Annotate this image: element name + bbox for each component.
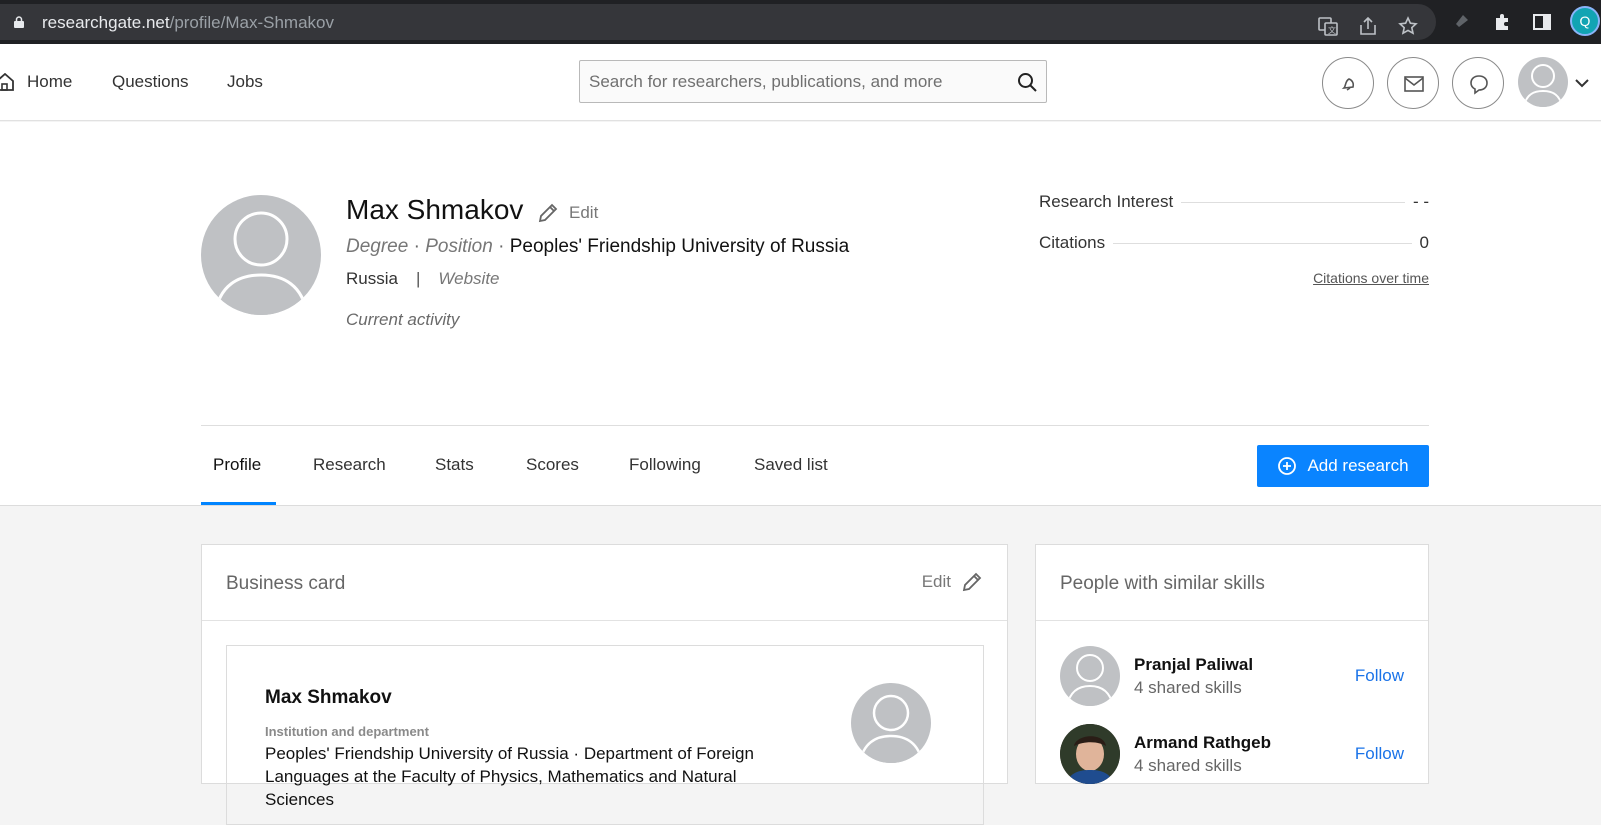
tab-research[interactable]: Research [313, 455, 386, 475]
edit-label: Edit [921, 572, 951, 591]
position-field[interactable]: Position [425, 236, 493, 257]
nav-home[interactable]: Home [27, 72, 72, 92]
plus-circle-icon [1278, 457, 1297, 475]
extension-puzzle-icon[interactable] [1492, 12, 1512, 32]
citations-row[interactable]: Citations 0 [1039, 233, 1429, 255]
profile-location-line: Russia | Website [346, 269, 500, 288]
citations-label: Citations [1039, 233, 1114, 253]
tab-profile[interactable]: Profile [213, 455, 261, 475]
mail-icon [1404, 76, 1424, 92]
current-activity-field[interactable]: Current activity [346, 310, 459, 330]
extension-icon[interactable] [1452, 12, 1472, 32]
browser-toolbar: researchgate.net/profile/Max-Shmakov 文 Q [0, 0, 1601, 44]
person-avatar[interactable] [1060, 646, 1120, 706]
similar-skills-card: People with similar skills Pranjal Paliw… [1035, 544, 1429, 784]
divider [201, 425, 1429, 426]
shared-skills-count: 4 shared skills [1134, 678, 1242, 697]
follow-button[interactable]: Follow [1355, 666, 1404, 686]
edit-label: Edit [569, 203, 599, 222]
tab-following[interactable]: Following [629, 455, 701, 475]
chat-bubble-icon [1470, 75, 1488, 95]
edit-profile-button[interactable]: Edit [537, 200, 598, 226]
profile-header: Max Shmakov Edit Degree · Position · Peo… [0, 122, 1601, 506]
person-avatar[interactable] [1060, 724, 1120, 784]
add-research-label: Add research [1307, 456, 1409, 475]
url-host: researchgate.net [42, 13, 170, 32]
divider [202, 620, 1007, 621]
bell-icon [1341, 78, 1355, 91]
svg-text:文: 文 [1328, 25, 1336, 35]
pencil-icon [962, 572, 982, 592]
edit-business-card-button[interactable]: Edit [922, 571, 983, 593]
profile-position-line: Degree · Position · Peoples' Friendship … [346, 236, 850, 257]
institution-text: Peoples' Friendship University of Russia… [265, 744, 754, 809]
nav-jobs[interactable]: Jobs [227, 72, 263, 92]
person-name[interactable]: Pranjal Paliwal [1134, 655, 1253, 675]
side-panel-icon[interactable] [1532, 12, 1552, 32]
pencil-icon [538, 203, 558, 223]
person-name[interactable]: Armand Rathgeb [1134, 733, 1271, 753]
site-header: Home Questions Jobs [0, 44, 1601, 121]
home-icon[interactable] [0, 73, 14, 91]
degree-field[interactable]: Degree [346, 236, 408, 257]
research-interest-value: - - [1404, 192, 1429, 212]
lock-icon[interactable] [14, 16, 24, 28]
citations-value: 0 [1411, 233, 1429, 253]
citations-over-time-link[interactable]: Citations over time [1313, 270, 1429, 286]
tab-scores[interactable]: Scores [526, 455, 579, 475]
user-placeholder-icon [1523, 64, 1563, 107]
shared-skills-count: 4 shared skills [1134, 756, 1242, 775]
tab-saved-list[interactable]: Saved list [754, 455, 828, 475]
profile-avatar[interactable] [201, 195, 321, 315]
browser-profile-avatar[interactable]: Q [1570, 6, 1600, 36]
chat-button[interactable] [1452, 57, 1504, 109]
nav-questions[interactable]: Questions [112, 72, 189, 92]
profile-name: Max Shmakov [346, 194, 524, 225]
card-title: People with similar skills [1060, 573, 1265, 594]
follow-button[interactable]: Follow [1355, 744, 1404, 764]
business-card-avatar [851, 683, 931, 763]
search-input[interactable] [589, 61, 1009, 102]
research-interest-row[interactable]: Research Interest - - [1039, 192, 1429, 214]
notifications-button[interactable] [1322, 57, 1374, 109]
business-card-name: Max Shmakov [265, 687, 392, 708]
search-icon[interactable] [1017, 72, 1037, 92]
business-card: Business card Edit Max Shmakov Instituti… [201, 544, 1008, 825]
user-avatar[interactable] [1518, 57, 1568, 107]
active-tab-indicator [201, 502, 276, 505]
business-card-preview: Max Shmakov Institution and department P… [226, 645, 984, 825]
url-path: /profile/Max-Shmakov [169, 13, 334, 32]
institution-link[interactable]: Peoples' Friendship University of Russia [510, 236, 849, 257]
star-icon[interactable] [1398, 16, 1418, 36]
address-bar[interactable]: researchgate.net/profile/Max-Shmakov 文 [0, 4, 1436, 40]
messages-button[interactable] [1387, 57, 1439, 109]
user-placeholder-icon [858, 694, 924, 763]
chevron-down-icon[interactable] [1574, 77, 1590, 89]
website-field[interactable]: Website [438, 269, 499, 288]
person-photo-icon [1060, 724, 1120, 784]
research-interest-label: Research Interest [1039, 192, 1182, 212]
card-title: Business card [226, 573, 346, 594]
country: Russia [346, 269, 398, 288]
share-icon[interactable] [1358, 16, 1378, 36]
divider [1036, 620, 1428, 621]
url-text[interactable]: researchgate.net/profile/Max-Shmakov [42, 13, 334, 33]
institution-label: Institution and department [265, 724, 429, 739]
search-box [579, 60, 1047, 103]
user-placeholder-icon [213, 211, 309, 315]
user-placeholder-icon [1066, 654, 1114, 706]
translate-icon[interactable]: 文 [1318, 16, 1338, 36]
tab-stats[interactable]: Stats [435, 455, 474, 475]
add-research-button[interactable]: Add research [1257, 445, 1429, 487]
